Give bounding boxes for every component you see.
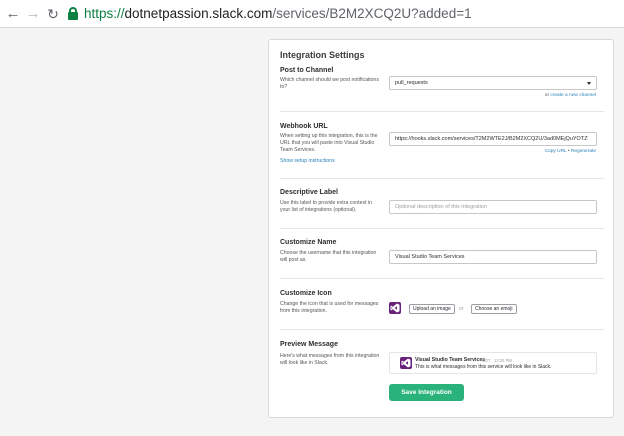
arrow-right-icon[interactable]: → <box>24 5 42 23</box>
reload-icon[interactable]: ↻ <box>44 5 62 23</box>
lock-icon <box>68 7 78 20</box>
create-channel-prefix: or <box>544 93 550 98</box>
copy-url-link[interactable]: Copy URL <box>545 149 567 154</box>
url-host: dotnetpassion.slack.com <box>124 6 273 21</box>
section-divider <box>280 278 604 279</box>
create-channel-line: or create a new channel <box>545 93 596 98</box>
descriptive-label-title: Descriptive Label <box>280 189 338 196</box>
visual-studio-icon <box>400 357 412 369</box>
arrow-left-icon[interactable]: ← <box>4 5 22 23</box>
channel-select-value: pull_requests <box>395 80 428 86</box>
browser-toolbar: ← → ↻ https://dotnetpassion.slack.com/se… <box>0 0 624 28</box>
section-divider <box>280 228 604 229</box>
regenerate-link[interactable]: Regenerate <box>571 149 596 154</box>
webhook-url-title: Webhook URL <box>280 123 328 130</box>
post-to-channel-title: Post to Channel <box>280 67 334 74</box>
customize-name-description: Choose the username that this integratio… <box>280 250 377 263</box>
bot-badge: BOT <box>482 357 491 363</box>
caret-down-icon <box>587 82 591 85</box>
address-bar[interactable]: https://dotnetpassion.slack.com/services… <box>84 5 472 23</box>
preview-message-description: Here's what messages from this integrati… <box>280 353 380 366</box>
descriptive-label-input[interactable]: Optional description of this integration <box>389 200 597 214</box>
customize-name-input[interactable]: Visual Studio Team Services <box>389 250 597 264</box>
visual-studio-icon <box>389 302 401 314</box>
preview-sender-name: Visual Studio Team Services <box>415 357 486 363</box>
panel-title: Integration Settings <box>280 50 365 60</box>
choose-emoji-button[interactable]: Choose an emoji <box>471 304 517 314</box>
url-scheme: https:// <box>84 6 125 21</box>
preview-message-text: This is what messages from this service … <box>415 364 552 370</box>
descriptive-label-description: Use this label to provide extra context … <box>280 200 372 213</box>
post-to-channel-description: Which channel should we post notificatio… <box>280 77 379 90</box>
or-label: or <box>459 306 464 312</box>
integration-settings-panel: Integration Settings Post to Channel Whi… <box>268 39 614 418</box>
create-channel-link[interactable]: create a new channel <box>550 93 596 98</box>
section-divider <box>280 178 604 179</box>
customize-icon-title: Customize Icon <box>280 290 332 297</box>
preview-timestamp: 12:26 PM <box>494 357 512 363</box>
channel-select[interactable]: pull_requests <box>389 76 597 90</box>
customize-icon-description: Change the icon that is used for message… <box>280 301 379 314</box>
section-divider <box>280 329 604 330</box>
customize-name-title: Customize Name <box>280 239 337 246</box>
webhook-actions-separator: • <box>567 149 570 154</box>
save-integration-button[interactable]: Save Integration <box>389 384 464 401</box>
url-path: /services/B2M2XCQ2U?added=1 <box>272 6 472 21</box>
preview-message-title: Preview Message <box>280 341 338 348</box>
webhook-actions: Copy URL • Regenerate <box>545 149 596 154</box>
message-preview: Visual Studio Team Services BOT 12:26 PM… <box>389 352 597 374</box>
webhook-url-description: When setting up this integration, this i… <box>280 133 378 153</box>
upload-image-button[interactable]: Upload an image <box>409 304 455 314</box>
setup-instructions-link[interactable]: Show setup instructions <box>280 158 335 164</box>
webhook-url-field[interactable]: https://hooks.slack.com/services/T2M2WTE… <box>389 132 597 146</box>
section-divider <box>280 111 604 112</box>
